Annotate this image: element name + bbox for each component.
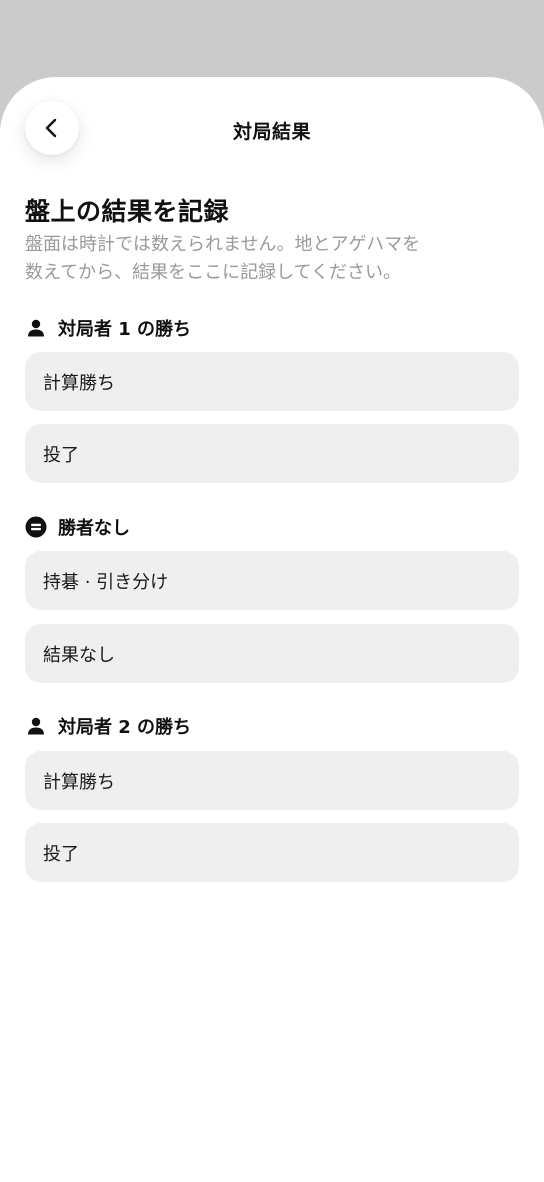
header-title: 対局結果	[232, 121, 311, 143]
option-label: 投了	[43, 444, 79, 466]
person-icon	[25, 317, 47, 339]
option-player1-resignation[interactable]: 投了	[25, 424, 519, 483]
section-header-player2: 対局者 2 の勝ち	[25, 714, 191, 738]
option-no-result[interactable]: 結果なし	[25, 624, 519, 683]
section-header-label: 対局者 1 の勝ち	[58, 319, 192, 340]
option-label: 持碁 · 引き分け	[43, 571, 169, 593]
result-sheet: 対局結果 盤上の結果を記録 盤面は時計では数えられません。地とアゲハマを 数えて…	[0, 77, 544, 1182]
option-label: 計算勝ち	[43, 372, 115, 394]
option-label: 投了	[43, 843, 79, 865]
option-label: 計算勝ち	[43, 771, 115, 793]
section-header-label: 対局者 2 の勝ち	[58, 717, 192, 738]
option-jigo-draw[interactable]: 持碁 · 引き分け	[25, 551, 519, 610]
page-title: 盤上の結果を記録	[25, 197, 230, 226]
section-header-no-winner: 勝者なし	[25, 515, 130, 539]
option-player2-resignation[interactable]: 投了	[25, 823, 519, 882]
equals-circle-icon	[25, 516, 47, 538]
page-subtitle: 盤面は時計では数えられません。地とアゲハマを 数えてから、結果をここに記録してく…	[25, 234, 421, 283]
person-icon	[25, 715, 47, 737]
option-player2-counted-win[interactable]: 計算勝ち	[25, 751, 519, 810]
section-header-label: 勝者なし	[58, 518, 130, 539]
option-player1-counted-win[interactable]: 計算勝ち	[25, 352, 519, 411]
option-label: 結果なし	[43, 644, 115, 666]
section-header-player1: 対局者 1 の勝ち	[25, 316, 191, 340]
